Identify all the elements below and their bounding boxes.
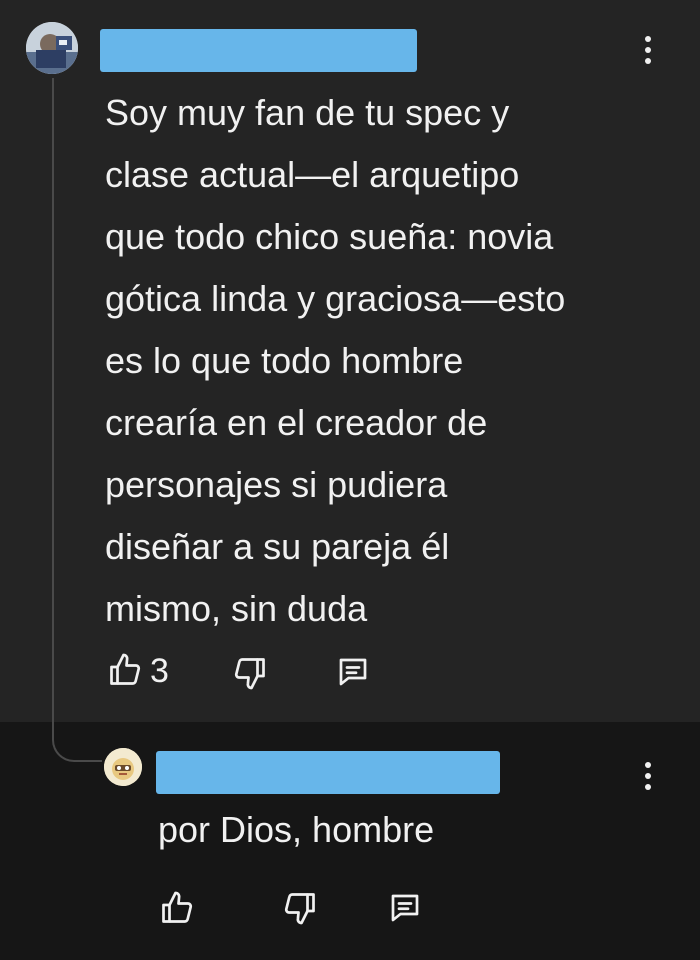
username-redacted[interactable] <box>100 29 417 72</box>
like-count: 3 <box>150 652 169 690</box>
reply-button[interactable] <box>384 887 426 929</box>
username-redacted[interactable] <box>156 751 500 794</box>
avatar-image <box>26 22 78 74</box>
reply-icon <box>391 894 419 922</box>
more-options-button[interactable] <box>636 34 660 66</box>
more-vert-icon <box>645 36 651 42</box>
like-button[interactable] <box>156 887 198 929</box>
avatar-image <box>104 748 142 786</box>
thumbs-up-icon <box>162 891 193 923</box>
avatar[interactable] <box>104 748 142 786</box>
thumbs-down-icon <box>234 658 265 690</box>
reply-icon <box>339 658 367 686</box>
thumbs-down-icon <box>284 893 315 925</box>
dislike-button[interactable] <box>279 887 321 929</box>
comment-text: Soy muy fan de tu spec y clase actual—el… <box>105 92 566 629</box>
reply-text: por Dios, hombre <box>158 809 435 850</box>
avatar[interactable] <box>26 22 78 74</box>
more-vert-icon <box>645 762 651 768</box>
more-options-button[interactable] <box>636 760 660 792</box>
dislike-button[interactable] <box>229 652 271 694</box>
like-button[interactable] <box>104 649 146 691</box>
thread-connector-line <box>52 78 102 762</box>
reply-button[interactable] <box>332 651 374 693</box>
thumbs-up-icon <box>110 653 141 685</box>
